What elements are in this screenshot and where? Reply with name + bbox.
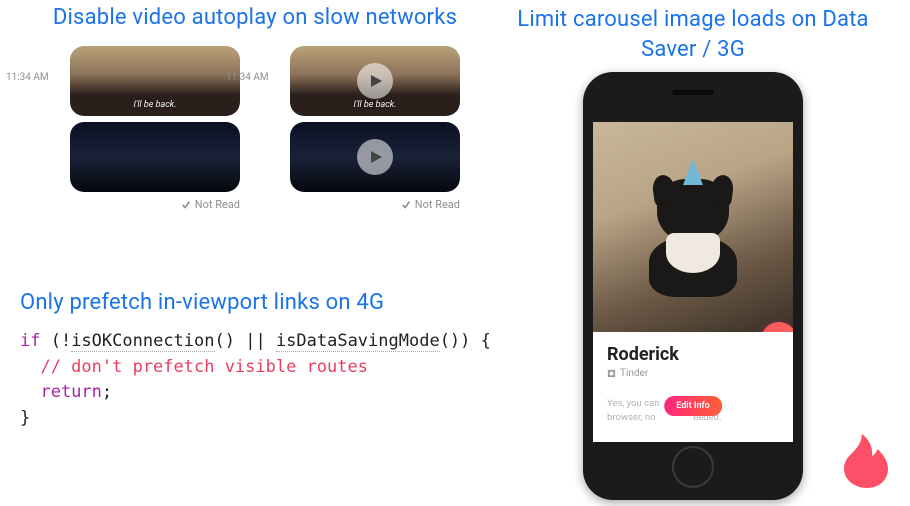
- video-bubble: [290, 122, 460, 192]
- open-icon: [607, 369, 616, 378]
- code-text: ;: [102, 382, 112, 402]
- autoplay-heading: Disable video autoplay on slow networks: [20, 5, 490, 30]
- edit-info-button[interactable]: Edit Info: [664, 396, 722, 416]
- tinder-flame-icon: [844, 434, 890, 488]
- play-icon[interactable]: [357, 63, 393, 99]
- code-snippet: if (!isOKConnection() || isDataSavingMod…: [20, 329, 490, 431]
- profile-card: Roderick Tinder Yes, you can in your bro…: [593, 332, 793, 442]
- code-text: }: [20, 408, 30, 428]
- profile-photo: [593, 122, 793, 332]
- phone-mockup: Roderick Tinder Yes, you can in your bro…: [583, 72, 803, 500]
- read-status: Not Read: [270, 198, 460, 211]
- check-icon: [401, 200, 411, 210]
- code-text: ()) {: [440, 331, 491, 351]
- video-caption: I'll be back.: [133, 100, 176, 110]
- video-bubble: I'll be back.: [70, 46, 240, 116]
- profile-source-label: Tinder: [620, 368, 648, 379]
- phone-screen: Roderick Tinder Yes, you can in your bro…: [593, 122, 793, 442]
- prefetch-section: Only prefetch in-viewport links on 4G if…: [20, 290, 490, 431]
- code-text: (!: [40, 331, 71, 351]
- profile-source: Tinder: [607, 368, 779, 379]
- check-icon: [181, 200, 191, 210]
- video-bubble: I'll be back.: [290, 46, 460, 116]
- profile-name: Roderick: [607, 344, 779, 365]
- code-text: () ||: [215, 331, 276, 351]
- timestamp: 11:34 AM: [226, 72, 269, 83]
- play-icon[interactable]: [357, 139, 393, 175]
- code-comment: // don't prefetch visible routes: [20, 357, 368, 377]
- code-keyword: return: [20, 382, 102, 402]
- autoplay-section: Disable video autoplay on slow networks …: [20, 5, 490, 211]
- read-status: Not Read: [50, 198, 240, 211]
- read-status-label: Not Read: [195, 198, 240, 211]
- code-keyword: if: [20, 331, 40, 351]
- video-caption: I'll be back.: [353, 100, 396, 110]
- code-fn: isDataSavingMode: [276, 331, 440, 352]
- code-fn: isOKConnection: [71, 331, 214, 352]
- carousel-heading: Limit carousel image loads on Data Saver…: [498, 5, 888, 64]
- timestamp: 11:34 AM: [6, 72, 49, 83]
- dog-illustration: [638, 167, 748, 297]
- chat-column-autoplay: 11:34 AM I'll be back. Not Read: [50, 40, 240, 211]
- read-status-label: Not Read: [415, 198, 460, 211]
- chat-column-noautoplay: 11:34 AM I'll be back. Not Read: [270, 40, 460, 211]
- prefetch-heading: Only prefetch in-viewport links on 4G: [20, 290, 490, 315]
- autoplay-comparison: 11:34 AM I'll be back. Not Read 11:34 AM…: [20, 40, 490, 211]
- carousel-section: Limit carousel image loads on Data Saver…: [498, 5, 888, 500]
- video-bubble: [70, 122, 240, 192]
